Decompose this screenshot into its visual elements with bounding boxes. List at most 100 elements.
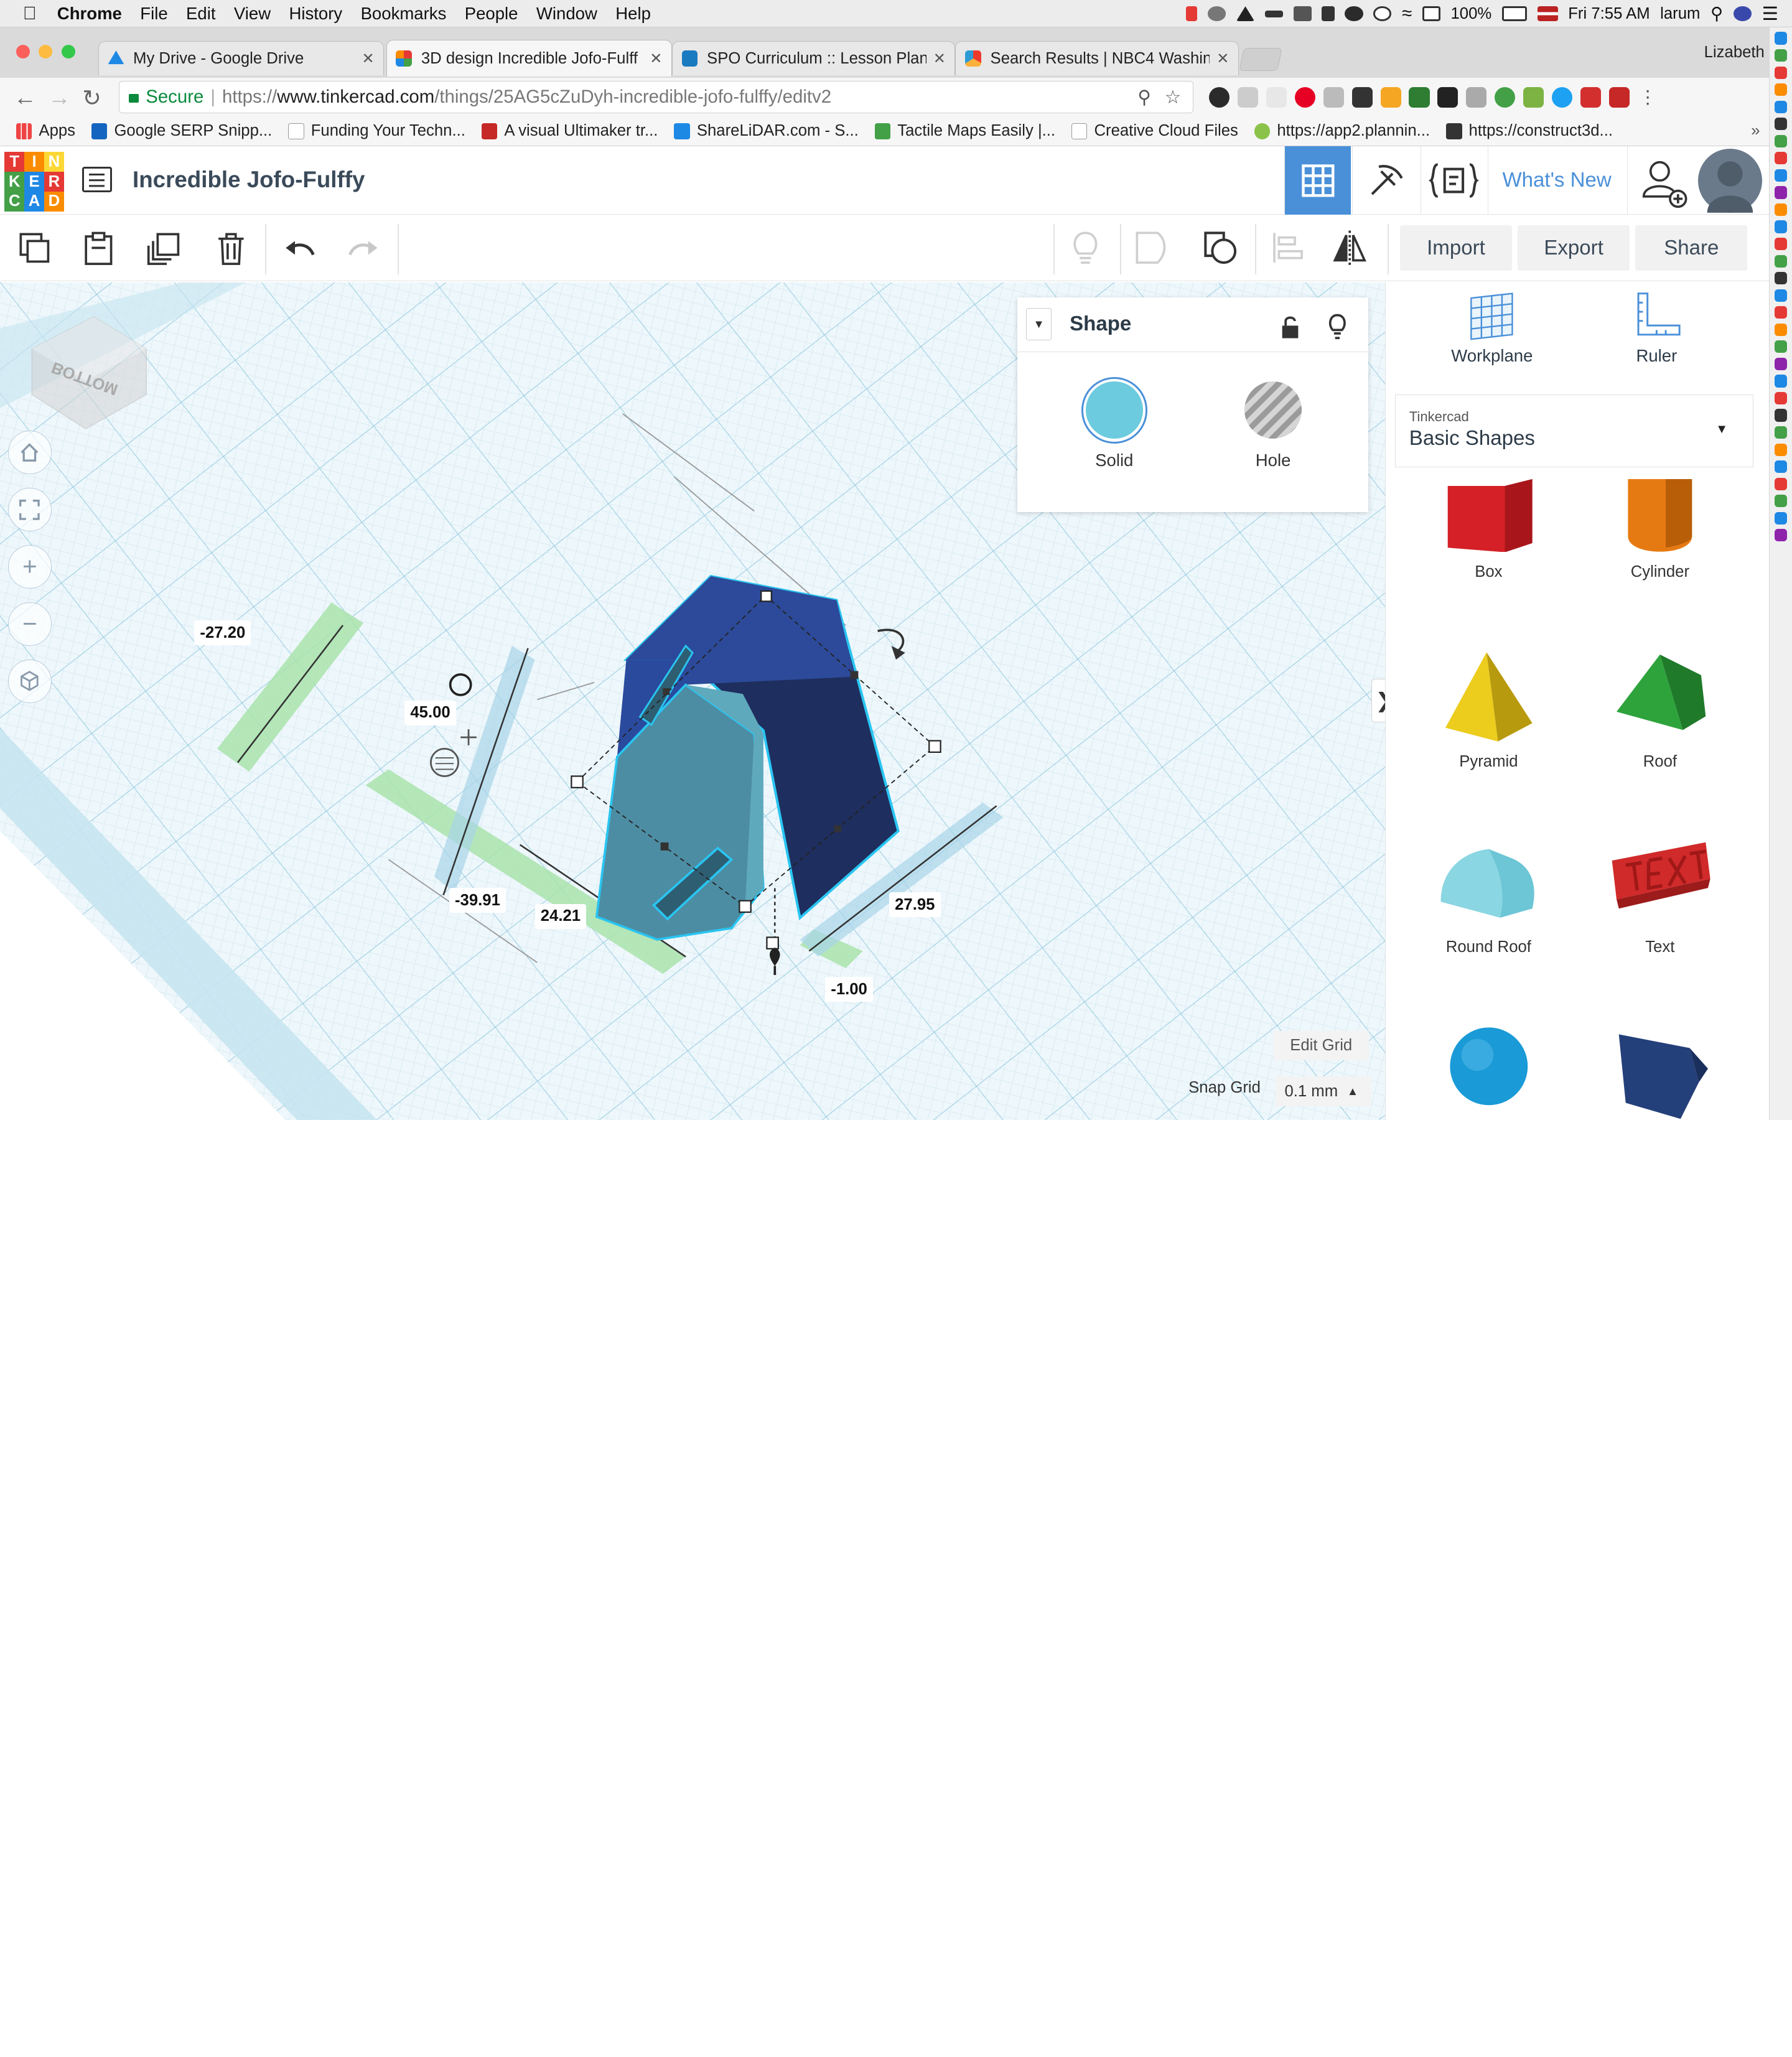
strip-icon[interactable]	[1774, 237, 1788, 251]
shape-sphere[interactable]	[1420, 1023, 1557, 1114]
download-icon[interactable]	[1495, 86, 1516, 108]
delete-button[interactable]	[210, 226, 251, 270]
bookmark-item[interactable]: Google SERP Snipp...	[91, 122, 272, 140]
strip-icon[interactable]	[1774, 443, 1788, 456]
strip-icon[interactable]	[1774, 49, 1788, 62]
collapse-caret-icon[interactable]: ▼	[1026, 308, 1052, 340]
strip-icon[interactable]	[1774, 169, 1788, 182]
menu-history[interactable]: History	[280, 4, 352, 24]
strip-icon[interactable]	[1774, 203, 1788, 217]
strip-icon[interactable]	[1774, 511, 1788, 525]
strip-icon[interactable]	[1774, 495, 1788, 508]
strip-icon[interactable]	[1774, 220, 1788, 233]
pdf-icon[interactable]	[1608, 86, 1630, 108]
dash-icon[interactable]	[1264, 10, 1284, 17]
strip-icon[interactable]	[1774, 323, 1788, 336]
strip-icon[interactable]	[1774, 254, 1788, 268]
duplicate-button[interactable]	[144, 226, 185, 270]
menu-window[interactable]: Window	[527, 4, 606, 24]
close-tab-icon[interactable]: ✕	[933, 50, 946, 68]
shape-round-roof[interactable]: Round Roof	[1420, 833, 1557, 956]
design-title[interactable]: Incredible Jofo-Fulffy	[133, 167, 365, 193]
strip-icon[interactable]	[1774, 477, 1788, 490]
secure-indicator[interactable]: Secure	[119, 86, 203, 108]
time-machine-icon[interactable]	[1373, 6, 1392, 21]
camera-icon[interactable]	[1466, 86, 1487, 108]
strip-icon[interactable]	[1774, 357, 1788, 371]
strip-icon[interactable]	[1774, 100, 1788, 113]
shape-wedge[interactable]	[1592, 1023, 1729, 1120]
add-user-button[interactable]	[1627, 146, 1696, 215]
design-list-icon[interactable]	[82, 167, 112, 192]
extension-icon[interactable]	[1323, 86, 1344, 108]
undo-button[interactable]	[279, 226, 320, 270]
whats-new-link[interactable]: What's New	[1488, 146, 1625, 215]
amazon-icon[interactable]	[1437, 86, 1458, 108]
bookmark-item[interactable]: https://construct3d...	[1445, 122, 1613, 140]
strip-icon[interactable]	[1774, 118, 1788, 131]
notification-list-icon[interactable]: ☰	[1762, 3, 1778, 25]
strip-icon[interactable]	[1774, 83, 1788, 96]
bookmark-item[interactable]: ShareLiDAR.com - S...	[674, 122, 859, 140]
close-tab-icon[interactable]: ✕	[362, 50, 374, 68]
mirror-button[interactable]	[1329, 226, 1370, 270]
extension-icon[interactable]	[1523, 86, 1544, 108]
minecraft-view-button[interactable]	[1351, 146, 1419, 215]
dimension-label[interactable]: -39.91	[449, 888, 506, 913]
lock-icon[interactable]	[1322, 6, 1335, 21]
close-tab-icon[interactable]: ✕	[1216, 50, 1229, 68]
strip-icon[interactable]	[1774, 66, 1788, 79]
extension-icon[interactable]	[1380, 86, 1401, 108]
twitter-icon[interactable]	[1551, 86, 1572, 108]
flag-icon[interactable]	[1537, 6, 1558, 21]
align-button[interactable]	[1266, 226, 1307, 270]
shape-library-dropdown[interactable]: Tinkercad Basic Shapes ▼	[1394, 394, 1754, 468]
codeblocks-view-button[interactable]	[1421, 146, 1487, 215]
bookmark-apps[interactable]: Apps	[16, 122, 75, 140]
tinkercad-logo[interactable]: T I N K E R C A D	[4, 152, 64, 212]
wifi-icon[interactable]: ≈	[1402, 3, 1412, 24]
menu-view[interactable]: View	[225, 4, 280, 24]
dimension-label[interactable]: 27.95	[889, 892, 941, 918]
home-view-button[interactable]	[7, 431, 52, 475]
strip-icon[interactable]	[1774, 426, 1788, 439]
close-window-button[interactable]	[16, 44, 30, 58]
dimension-label[interactable]: 45.00	[404, 700, 456, 725]
new-tab-button[interactable]	[1238, 48, 1282, 71]
extension-icon[interactable]	[1409, 86, 1430, 108]
reload-icon[interactable]: ↻	[82, 85, 101, 111]
creative-cloud-icon[interactable]	[1207, 6, 1226, 21]
unlock-icon[interactable]	[1280, 314, 1300, 339]
copy-button[interactable]	[14, 226, 55, 270]
menu-file[interactable]: File	[131, 4, 177, 24]
evernote-extension-icon[interactable]	[1209, 86, 1230, 108]
screen-icon[interactable]	[1351, 86, 1373, 108]
close-tab-icon[interactable]: ✕	[650, 50, 662, 68]
strip-icon[interactable]	[1774, 391, 1788, 405]
ungroup-button[interactable]	[1200, 226, 1241, 270]
strip-icon[interactable]	[1774, 375, 1788, 388]
bookmark-item[interactable]: Funding Your Techn...	[288, 122, 465, 140]
strip-icon[interactable]	[1774, 272, 1788, 285]
menubar-clock[interactable]: Fri 7:55 AM	[1568, 5, 1650, 23]
strip-icon[interactable]	[1774, 409, 1788, 422]
strip-icon[interactable]	[1774, 460, 1788, 473]
zoom-window-button[interactable]	[62, 44, 76, 58]
bookmark-item[interactable]: Tactile Maps Easily |...	[874, 122, 1055, 140]
zoom-in-button[interactable]: +	[7, 545, 52, 589]
tab-nbc4[interactable]: Search Results | NBC4 Washin ✕	[955, 41, 1239, 76]
bookmark-item[interactable]: Creative Cloud Files	[1071, 122, 1238, 140]
shape-cylinder[interactable]: Cylinder	[1592, 478, 1729, 582]
drive-icon[interactable]	[1236, 6, 1255, 21]
edit-grid-button[interactable]: Edit Grid	[1273, 1030, 1370, 1061]
dimension-label[interactable]: -27.20	[194, 620, 251, 646]
flash-icon[interactable]	[1580, 86, 1601, 108]
import-button[interactable]: Import	[1399, 225, 1512, 271]
back-arrow-icon[interactable]: ←	[14, 85, 37, 111]
menu-edit[interactable]: Edit	[177, 4, 225, 24]
show-all-button[interactable]	[1065, 226, 1106, 270]
export-button[interactable]: Export	[1518, 225, 1630, 271]
tab-spo-curriculum[interactable]: SPO Curriculum :: Lesson Plan ✕	[671, 41, 956, 76]
workplane-tool[interactable]: Workplane	[1429, 291, 1555, 383]
shape-pyramid[interactable]: Pyramid	[1420, 648, 1557, 771]
